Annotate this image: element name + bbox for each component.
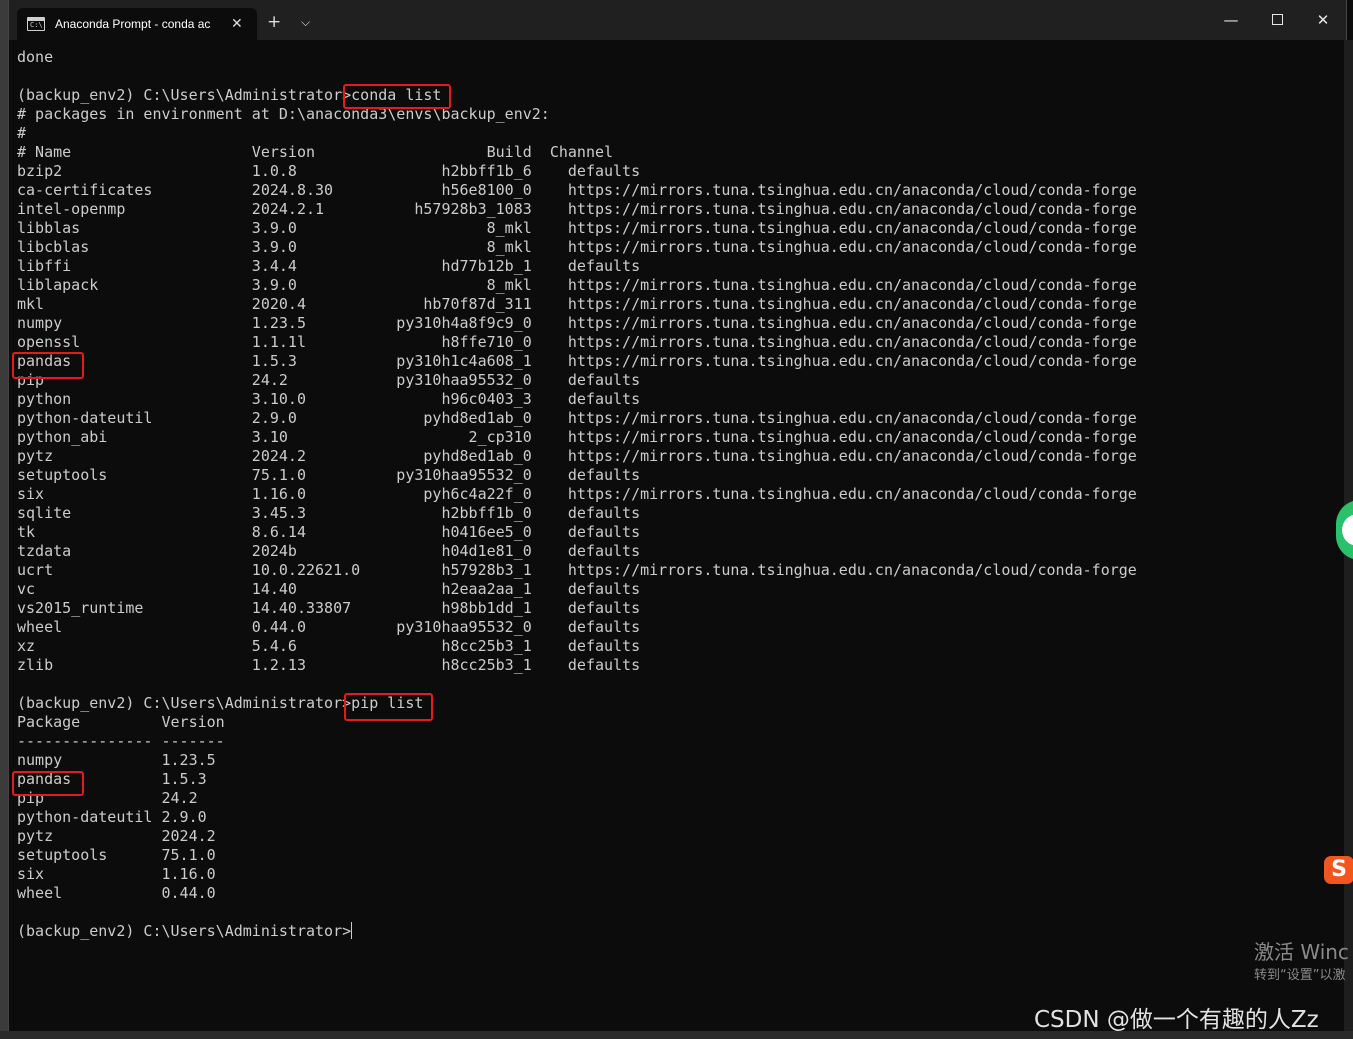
- terminal-line: mkl 2020.4 hb70f87d_311 https://mirrors.…: [17, 295, 1137, 313]
- new-tab-icon[interactable]: +: [267, 12, 281, 32]
- terminal-line: pytz 2024.2 pyhd8ed1ab_0 https://mirrors…: [17, 447, 1137, 465]
- terminal-line: vs2015_runtime 14.40.33807 h98bb1dd_1 de…: [17, 599, 641, 617]
- terminal-line: pandas 1.5.3 py310h1c4a608_1 https://mir…: [17, 352, 1137, 370]
- maximize-button[interactable]: [1267, 10, 1287, 30]
- maximize-icon: [1271, 14, 1283, 25]
- terminal-line: pip 24.2 py310haa95532_0 defaults: [17, 371, 641, 389]
- activate-windows-subtext: 转到“设置”以激: [1254, 968, 1346, 983]
- terminal-line: setuptools 75.1.0 py310haa95532_0 defaul…: [17, 466, 641, 484]
- tab-title: Anaconda Prompt - conda ac: [55, 17, 211, 31]
- terminal-line: numpy 1.23.5: [17, 751, 216, 769]
- terminal-line: xz 5.4.6 h8cc25b3_1 defaults: [17, 637, 641, 655]
- terminal-line: python-dateutil 2.9.0: [17, 808, 207, 826]
- text-cursor: [351, 922, 353, 939]
- terminal-line: intel-openmp 2024.2.1 h57928b3_1083 http…: [17, 200, 1137, 218]
- terminal-line: # packages in environment at D:\anaconda…: [17, 105, 550, 123]
- terminal-line: pytz 2024.2: [17, 827, 216, 845]
- terminal-line: setuptools 75.1.0: [17, 846, 216, 864]
- terminal-line: python_abi 3.10 2_cp310 https://mirrors.…: [17, 428, 1137, 446]
- minimize-button[interactable]: —: [1221, 10, 1241, 30]
- terminal-line: pandas 1.5.3: [17, 770, 207, 788]
- terminal-line: wheel 0.44.0: [17, 884, 216, 902]
- terminal-line: #: [17, 124, 27, 142]
- terminal-line: liblapack 3.9.0 8_mkl https://mirrors.tu…: [17, 276, 1137, 294]
- terminal-line: vc 14.40 h2eaa2aa_1 defaults: [17, 580, 641, 598]
- terminal-line: python 3.10.0 h96c0403_3 defaults: [17, 390, 641, 408]
- terminal-line: ca-certificates 2024.8.30 h56e8100_0 htt…: [17, 181, 1137, 199]
- terminal-line: bzip2 1.0.8 h2bbff1b_6 defaults: [17, 162, 641, 180]
- terminal-line: python-dateutil 2.9.0 pyhd8ed1ab_0 https…: [17, 409, 1137, 427]
- terminal-line: sqlite 3.45.3 h2bbff1b_0 defaults: [17, 504, 641, 522]
- terminal-line: done: [17, 48, 54, 66]
- close-tab-icon[interactable]: ✕: [231, 16, 243, 32]
- terminal-line: pip 24.2: [17, 789, 198, 807]
- terminal-line: tzdata 2024b h04d1e81_0 defaults: [17, 542, 641, 560]
- terminal-line: Package Version: [17, 713, 225, 731]
- terminal-line: openssl 1.1.1l h8ffe710_0 https://mirror…: [17, 333, 1137, 351]
- title-bar: C:\ Anaconda Prompt - conda ac ✕ + ⌵ — ✕: [9, 0, 1346, 40]
- terminal-line: (backup_env2) C:\Users\Administrator>pip…: [17, 694, 424, 712]
- tab-anaconda-prompt[interactable]: C:\ Anaconda Prompt - conda ac ✕: [17, 8, 257, 40]
- terminal-line: tk 8.6.14 h0416ee5_0 defaults: [17, 523, 641, 541]
- sogou-ime-icon[interactable]: S: [1324, 856, 1353, 884]
- terminal-line: zlib 1.2.13 h8cc25b3_1 defaults: [17, 656, 641, 674]
- terminal-line: numpy 1.23.5 py310h4a8f9c9_0 https://mir…: [17, 314, 1137, 332]
- prompt-text: (backup_env2) C:\Users\Administrator>: [17, 922, 352, 940]
- activate-windows-watermark: 激活 Winc: [1254, 940, 1349, 964]
- terminal-line: (backup_env2) C:\Users\Administrator>con…: [17, 86, 442, 104]
- terminal-line: ucrt 10.0.22621.0 h57928b3_1 https://mir…: [17, 561, 1137, 579]
- terminal-line: # Name Version Build Channel: [17, 143, 614, 161]
- terminal-line: (backup_env2) C:\Users\Administrator>: [17, 922, 1137, 941]
- terminal-line: --------------- -------: [17, 732, 225, 750]
- csdn-watermark: CSDN @做一个有趣的人Zz: [1034, 1007, 1319, 1033]
- terminal-line: libffi 3.4.4 hd77b12b_1 defaults: [17, 257, 641, 275]
- terminal-line: libblas 3.9.0 8_mkl https://mirrors.tuna…: [17, 219, 1137, 237]
- terminal-line: libcblas 3.9.0 8_mkl https://mirrors.tun…: [17, 238, 1137, 256]
- desktop-edge-left: [0, 0, 8, 1039]
- taskbar-edge: [0, 1031, 1353, 1039]
- terminal-window: C:\ Anaconda Prompt - conda ac ✕ + ⌵ — ✕…: [8, 0, 1347, 1031]
- chevron-down-icon[interactable]: ⌵: [301, 13, 310, 31]
- terminal-line: six 1.16.0 pyh6c4a22f_0 https://mirrors.…: [17, 485, 1137, 503]
- terminal-icon: C:\: [27, 17, 45, 31]
- terminal-line: wheel 0.44.0 py310haa95532_0 defaults: [17, 618, 641, 636]
- terminal-line: six 1.16.0: [17, 865, 216, 883]
- terminal-output[interactable]: done (backup_env2) C:\Users\Administrator…: [17, 48, 1137, 941]
- close-window-button[interactable]: ✕: [1313, 10, 1333, 30]
